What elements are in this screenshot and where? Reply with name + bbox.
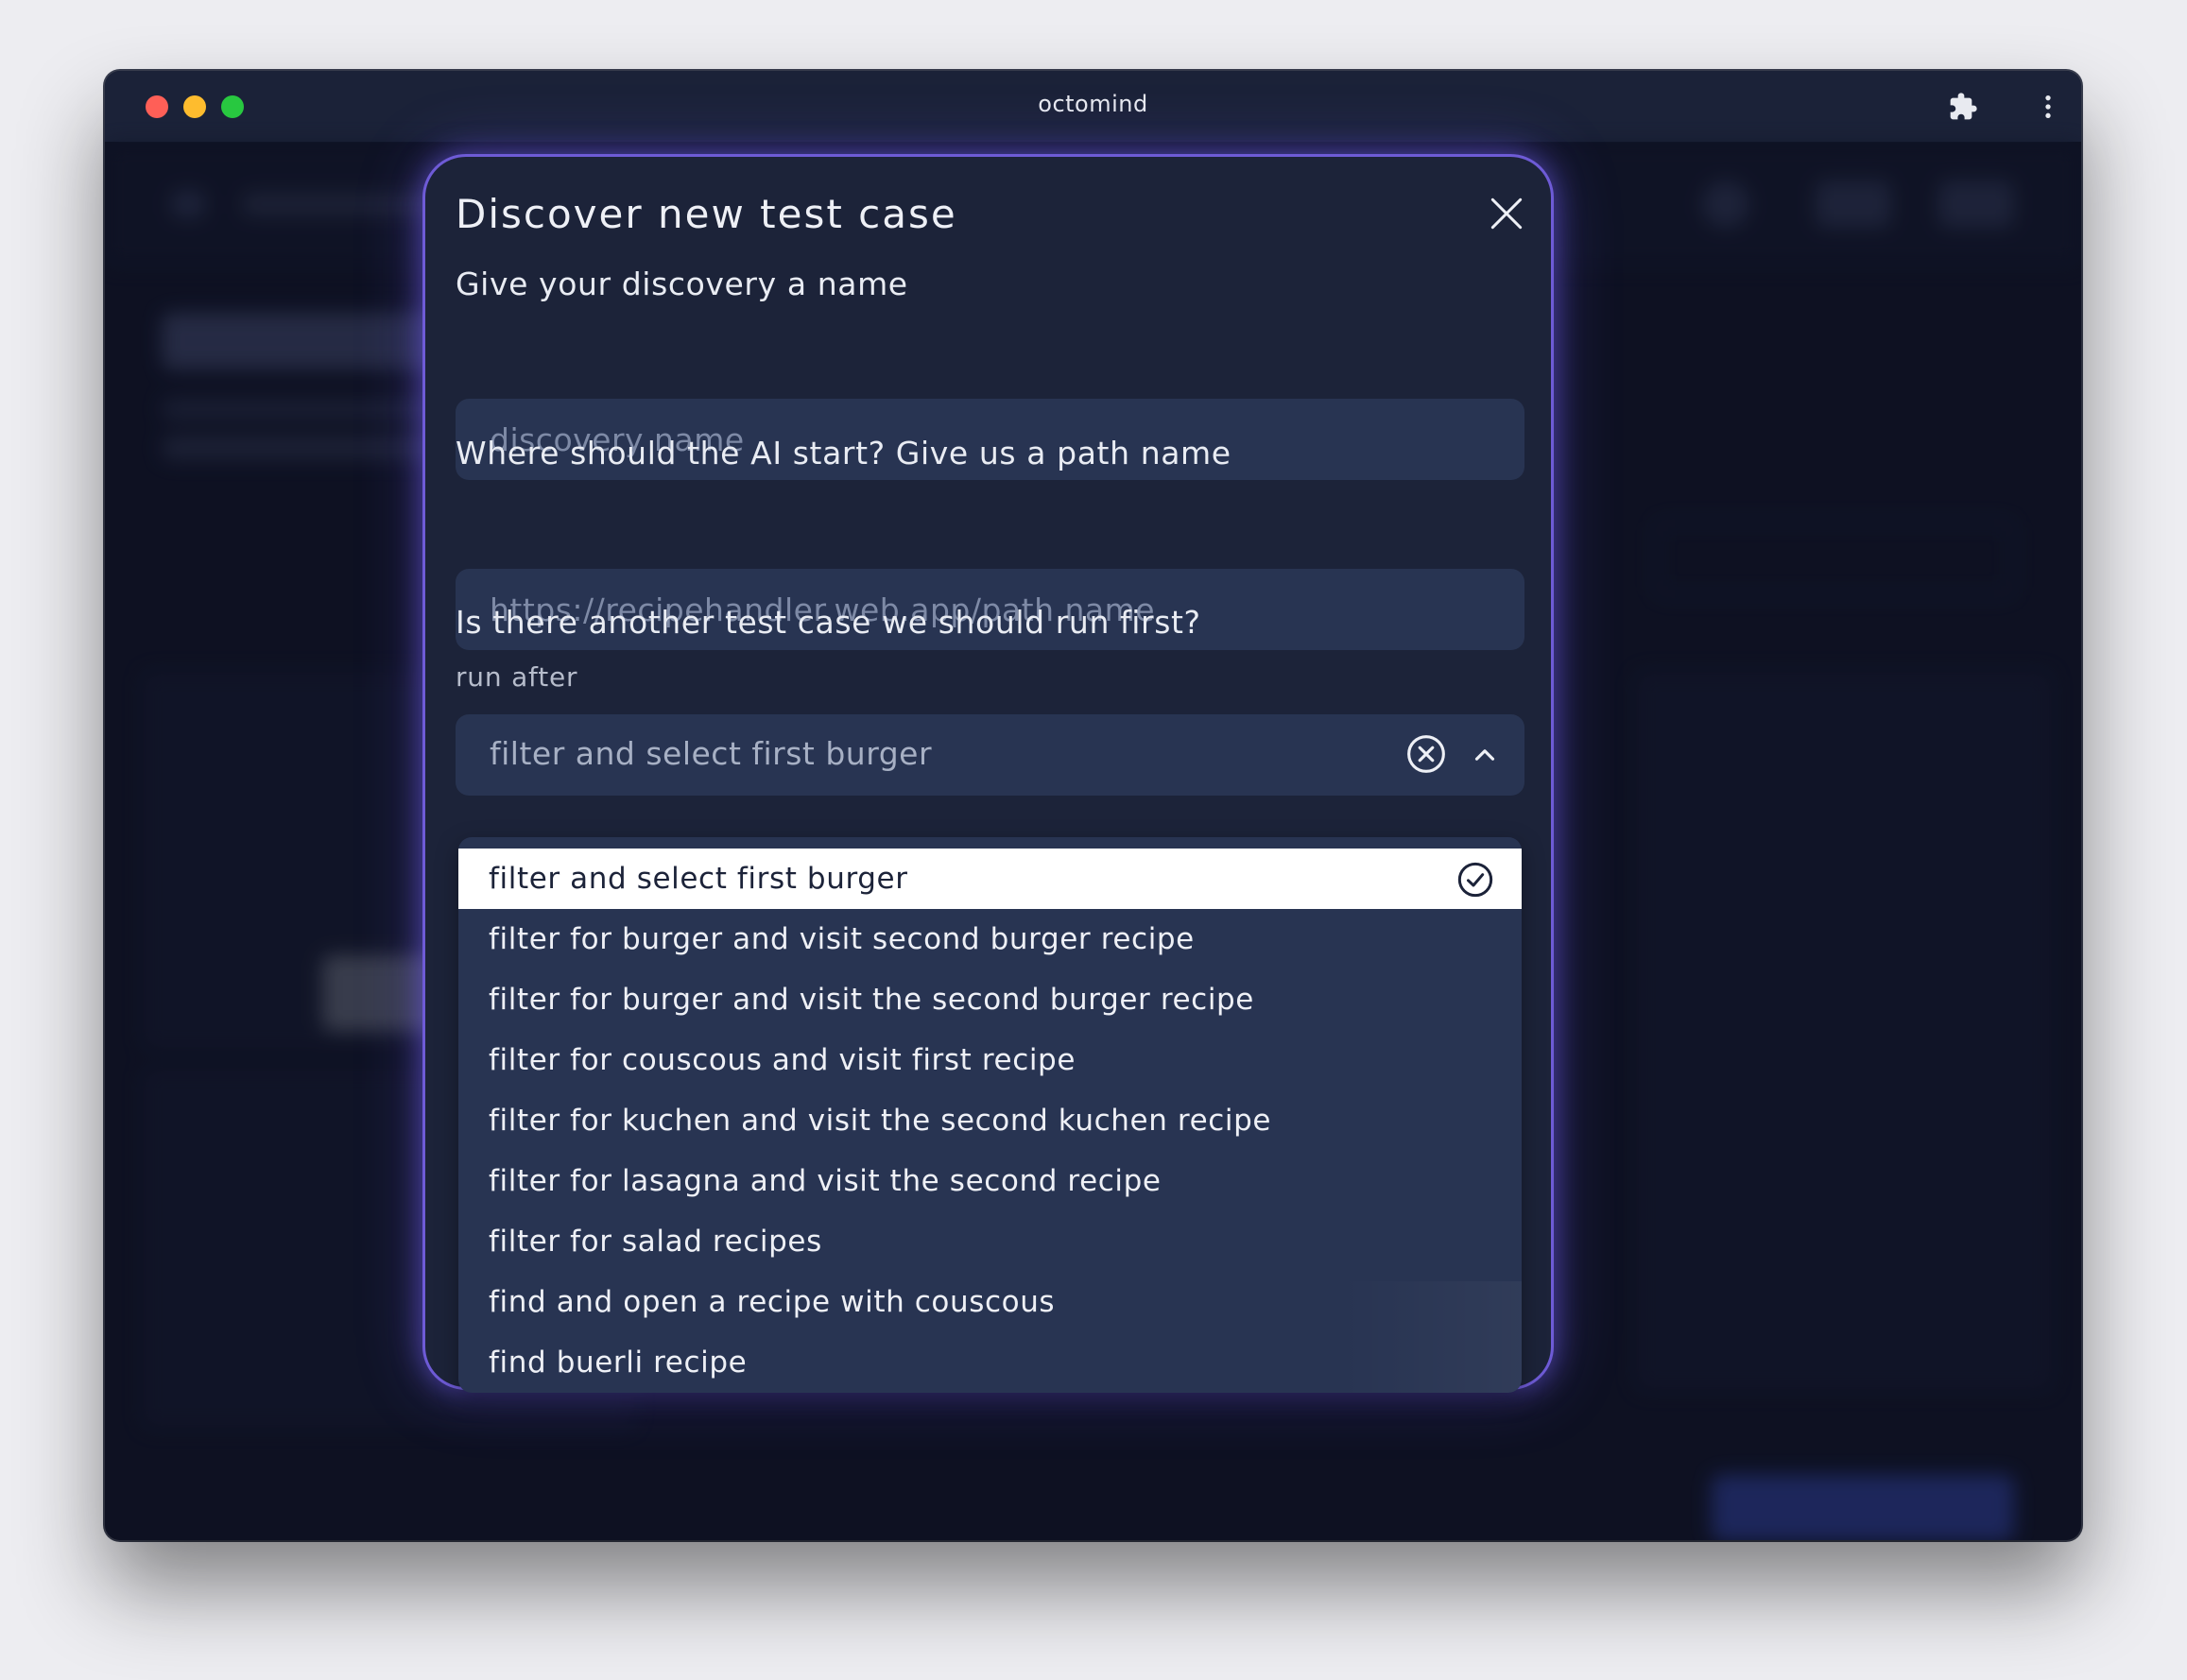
option-label: filter and select first burger — [489, 862, 908, 896]
run-after-options-list: filter and select first burger filter fo… — [458, 837, 1522, 1393]
option-item[interactable]: filter for couscous and visit first reci… — [458, 1030, 1522, 1090]
start-path-label: Where should the AI start? Give us a pat… — [456, 435, 1231, 471]
close-icon[interactable] — [1486, 193, 1527, 234]
window-title: octomind — [1038, 91, 1148, 117]
option-label: filter for couscous and visit first reci… — [489, 1043, 1076, 1077]
option-item[interactable]: filter for kuchen and visit the second k… — [458, 1090, 1522, 1151]
option-item[interactable]: filter and select first burger — [458, 849, 1522, 909]
option-item[interactable]: filter for lasagna and visit the second … — [458, 1151, 1522, 1211]
option-label: find and open a recipe with couscous — [489, 1285, 1056, 1319]
option-label: filter for salad recipes — [489, 1225, 822, 1259]
puzzle-icon[interactable] — [1948, 92, 1978, 122]
option-item[interactable]: filter for salad recipes — [458, 1211, 1522, 1272]
dependency-label: Is there another test case we should run… — [456, 604, 1201, 641]
option-item[interactable]: filter for burger and visit second burge… — [458, 909, 1522, 969]
option-label: filter for kuchen and visit the second k… — [489, 1104, 1272, 1138]
discover-test-case-dialog: Discover new test case Give your discove… — [422, 154, 1554, 1393]
run-after-select[interactable]: filter and select first burger — [456, 714, 1524, 796]
option-label: find buerli recipe — [489, 1346, 748, 1380]
more-vertical-icon[interactable] — [2033, 92, 2063, 122]
discovery-name-label: Give your discovery a name — [456, 266, 908, 302]
option-label: filter for burger and visit the second b… — [489, 983, 1254, 1017]
run-after-label: run after — [456, 661, 578, 693]
dialog-title: Discover new test case — [456, 191, 957, 237]
run-after-value: filter and select first burger — [490, 735, 933, 772]
option-item[interactable]: filter for burger and visit the second b… — [458, 969, 1522, 1030]
title-bar: octomind — [105, 71, 2081, 143]
option-label: filter for burger and visit second burge… — [489, 922, 1195, 956]
dropdown-sheen — [1337, 1281, 1522, 1393]
chevron-up-icon[interactable] — [1469, 739, 1501, 771]
check-circle-icon — [1457, 862, 1493, 898]
option-label: filter for lasagna and visit the second … — [489, 1164, 1162, 1198]
clear-circle-icon[interactable] — [1405, 733, 1447, 775]
